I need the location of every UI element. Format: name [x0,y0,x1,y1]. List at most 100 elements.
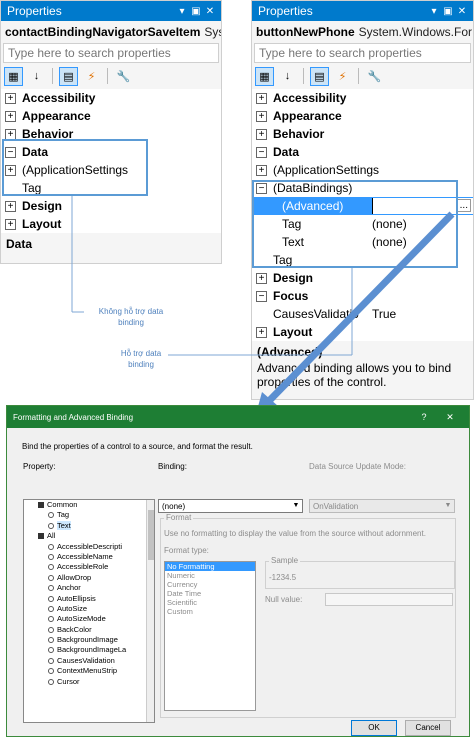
categorized-icon[interactable]: ▦ [255,66,274,86]
property-row[interactable]: + Design [1,197,221,215]
expand-icon[interactable]: + [256,128,267,140]
properties-icon[interactable]: ▤ [310,66,329,86]
left-object-type: Sys [204,25,221,39]
format-type-item[interactable]: Scientific [165,598,255,607]
tree-group[interactable]: All [24,531,154,541]
property-pages-icon[interactable]: 🔧 [114,67,133,86]
property-row[interactable]: + (ApplicationSettings [252,161,473,179]
property-value[interactable]: True [372,307,396,321]
close-icon[interactable]: ✕ [203,6,217,17]
tree-item-label: AutoEllipsis [57,593,96,603]
expand-icon[interactable]: + [256,92,267,104]
close-icon[interactable]: ✕ [455,6,469,17]
right-object-selector[interactable]: buttonNewPhone System.Windows.For [252,21,473,43]
tree-item[interactable]: AccessibleDescripti [24,542,154,552]
toolbar-separator [107,68,108,84]
pin-icon[interactable]: ▣ [441,6,455,17]
tree-item[interactable]: Tag [24,510,154,520]
ok-button[interactable]: OK [351,720,397,736]
property-name: (ApplicationSettings [273,163,380,177]
pin-icon[interactable]: ▣ [189,6,203,17]
format-type-item[interactable]: Currency [165,580,255,589]
property-row[interactable]: + Appearance [1,107,221,125]
tree-item[interactable]: AutoEllipsis [24,594,154,604]
collapse-icon[interactable]: − [256,290,267,302]
tree-item[interactable]: CausesValidation [24,656,154,666]
tree-item[interactable]: AccessibleRole [24,562,154,572]
format-type-item[interactable]: No Formatting [165,562,255,571]
help-button[interactable]: ? [411,412,437,422]
collapse-icon[interactable] [38,533,44,540]
null-value-input[interactable] [325,593,453,606]
dialog-close-button[interactable]: ✕ [437,412,463,423]
expand-icon[interactable]: + [5,110,16,122]
format-type-item[interactable]: Numeric [165,571,255,580]
expand-icon[interactable]: + [5,128,16,140]
expand-icon[interactable]: + [5,200,16,212]
tree-item[interactable]: BackgroundImageLa [24,645,154,655]
dropdown-icon[interactable]: ▾ [175,6,189,17]
binding-combo[interactable]: (none) ▼ [158,499,303,513]
property-row[interactable]: + Accessibility [1,89,221,107]
property-name: Data [273,145,300,159]
right-titlebar: Properties ▾ ▣ ✕ [252,1,473,21]
ellipsis-button[interactable]: ... [456,199,471,212]
format-type-item[interactable]: Date Time [165,589,255,598]
toolbar-separator [358,68,359,84]
tree-item[interactable]: BackgroundImage [24,635,154,645]
update-mode-combo[interactable]: OnValidation ▼ [309,499,455,513]
property-row[interactable]: + Accessibility [252,89,473,107]
property-tree[interactable]: Common Tag Text All AccessibleDescripti Acces… [23,499,155,723]
tree-item[interactable]: Cursor [24,677,154,687]
property-name: Accessibility [22,91,96,105]
tree-item-label: AutoSizeMode [57,614,106,624]
expand-icon[interactable]: + [5,218,16,230]
categorized-icon[interactable]: ▦ [4,66,23,86]
expand-icon[interactable]: + [256,326,267,338]
property-row[interactable]: + Layout [252,323,473,341]
property-icon [48,585,54,592]
left-object-selector[interactable]: contactBindingNavigatorSaveItem Sys [1,21,221,43]
tree-item-label: BackgroundImageLa [57,645,127,655]
collapse-icon[interactable]: − [256,146,267,158]
property-row[interactable]: + Design [252,269,473,287]
property-label: Property: [23,462,56,471]
events-icon[interactable]: ⚡ [333,67,352,86]
right-search-input[interactable]: Type here to search properties [254,43,471,63]
tree-item[interactable]: ContextMenuStrip [24,666,154,676]
events-icon[interactable]: ⚡ [82,67,101,86]
collapse-icon[interactable] [38,502,44,509]
expand-icon[interactable]: + [256,272,267,284]
property-row[interactable]: − Data [252,143,473,161]
right-description-text: Advanced binding allows you to bind prop… [257,361,452,389]
left-search-input[interactable]: Type here to search properties [3,43,219,63]
tree-item[interactable]: AutoSizeMode [24,614,154,624]
expand-icon[interactable]: + [5,92,16,104]
cancel-button[interactable]: Cancel [405,720,451,736]
property-pages-icon[interactable]: 🔧 [365,67,384,86]
format-type-list[interactable]: No Formatting Numeric Currency Date Time Sci… [164,561,256,711]
property-row[interactable]: + Appearance [252,107,473,125]
tree-item[interactable]: AllowDrop [24,573,154,583]
properties-icon[interactable]: ▤ [59,66,78,86]
alphabetical-icon[interactable]: ↓ [27,67,46,86]
tree-group[interactable]: Common [24,500,154,510]
chevron-down-icon[interactable]: ▼ [290,500,302,512]
dropdown-icon[interactable]: ▾ [427,6,441,17]
alphabetical-icon[interactable]: ↓ [278,67,297,86]
expand-icon[interactable]: + [256,164,267,176]
expand-icon[interactable]: + [256,110,267,122]
tree-item[interactable]: Anchor [24,583,154,593]
property-row[interactable]: + Behavior [252,125,473,143]
property-name: Design [273,271,314,285]
tree-item[interactable]: AccessibleName [24,552,154,562]
tree-item[interactable]: BackColor [24,625,154,635]
property-row[interactable]: − Focus [252,287,473,305]
format-type-item[interactable]: Custom [165,607,255,616]
tree-item[interactable]: AutoSize [24,604,154,614]
property-row[interactable]: CausesValidatio True [252,305,473,323]
tree-item-label: CausesValidation [57,655,115,665]
tree-item[interactable]: Text [24,520,154,531]
property-row[interactable]: + Layout [1,215,221,233]
properties-panel-left: Properties ▾ ▣ ✕ contactBindingNavigator… [0,0,222,264]
